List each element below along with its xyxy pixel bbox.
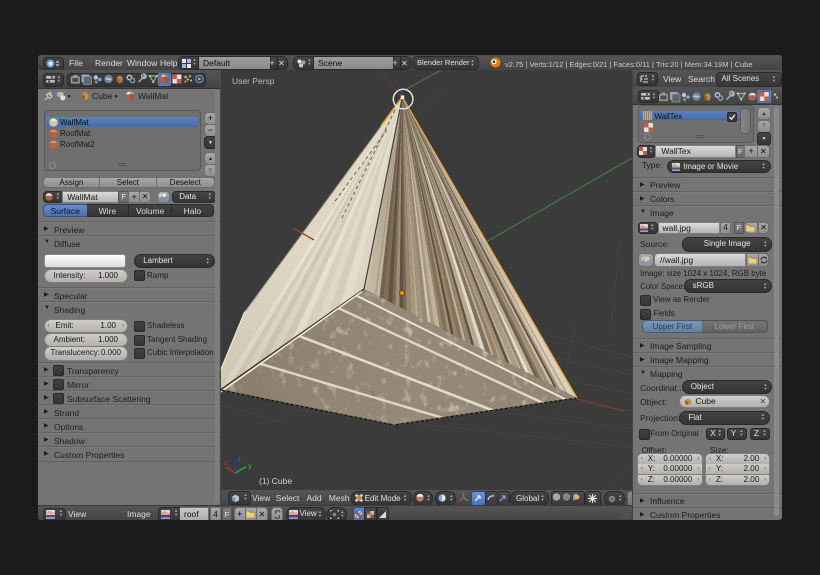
svg-text:z: z bbox=[238, 456, 242, 463]
svg-text:User Persp: User Persp bbox=[232, 76, 275, 86]
svg-text:(1) Cube: (1) Cube bbox=[259, 476, 292, 486]
svg-text:y: y bbox=[248, 463, 252, 470]
svg-text:x: x bbox=[224, 460, 228, 467]
